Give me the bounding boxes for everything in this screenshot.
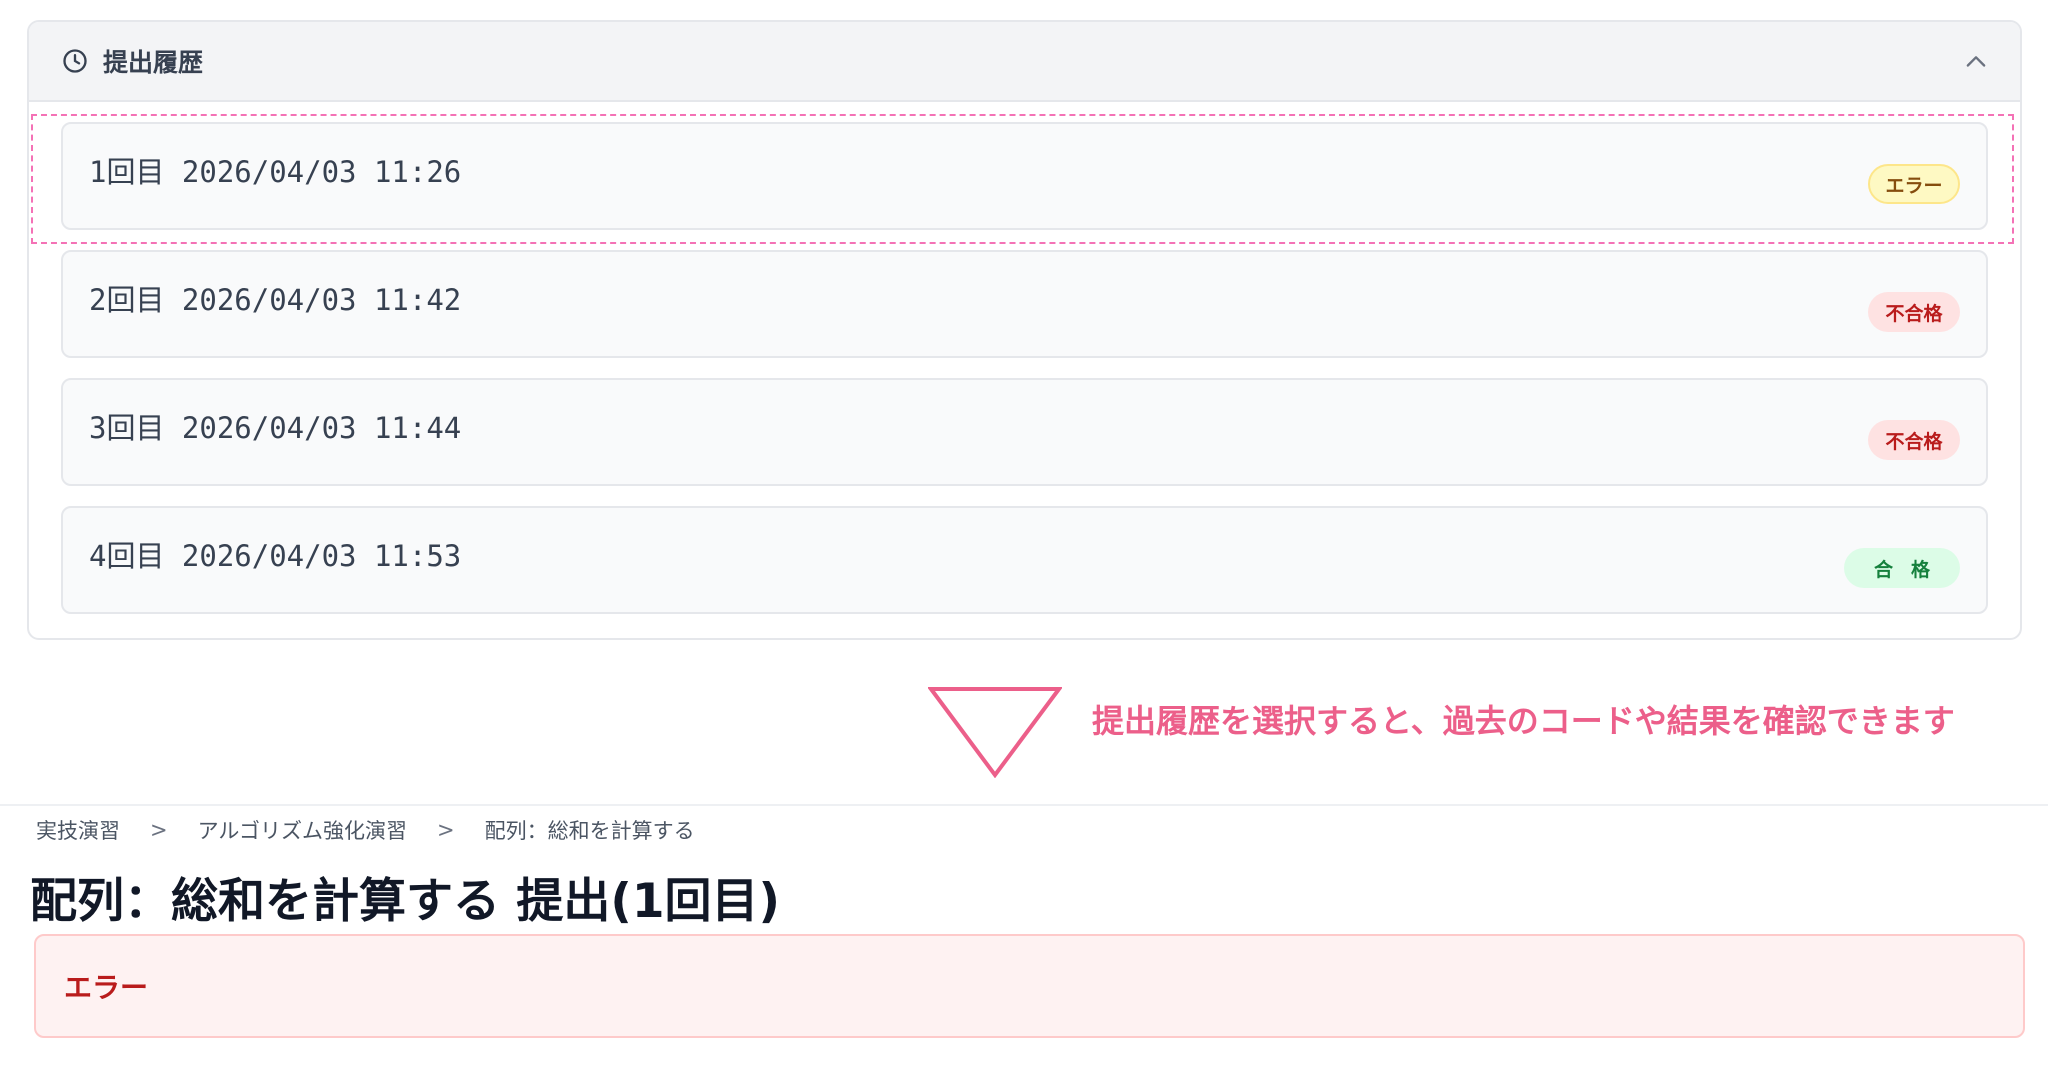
history-item-label: 2回目 2026/04/03 11:42 (89, 283, 462, 317)
history-item-label: 3回目 2026/04/03 11:44 (89, 411, 462, 445)
breadcrumb-separator: > (436, 818, 455, 842)
chevron-up-icon[interactable] (1962, 48, 1990, 76)
history-title: 提出履歴 (103, 48, 204, 77)
history-header[interactable]: 提出履歴 (29, 22, 2020, 102)
page-title: 配列：総和を計算する 提出(1回目) (30, 874, 781, 929)
history-item-1[interactable]: 1回目 2026/04/03 11:26 エラー (61, 122, 1988, 230)
history-item-label: 4回目 2026/04/03 11:53 (89, 539, 462, 573)
result-error-message: エラー (64, 971, 149, 1004)
history-item-4[interactable]: 4回目 2026/04/03 11:53 合格 (61, 506, 1988, 614)
history-item-3[interactable]: 3回目 2026/04/03 11:44 不合格 (61, 378, 1988, 486)
breadcrumb-item-practical-exercise[interactable]: 実技演習 (36, 815, 120, 845)
breadcrumb-item-algorithm-training[interactable]: アルゴリズム強化演習 (198, 815, 407, 845)
result-error-box: エラー (34, 934, 2025, 1038)
submission-history-panel: 提出履歴 1回目 2026/04/03 11:26 エラー 2回目 2026/0… (27, 20, 2022, 640)
breadcrumb: 実技演習 > アルゴリズム強化演習 > 配列：総和を計算する (36, 815, 695, 845)
history-item-2[interactable]: 2回目 2026/04/03 11:42 不合格 (61, 250, 1988, 358)
history-list: 1回目 2026/04/03 11:26 エラー 2回目 2026/04/03 … (29, 102, 2020, 614)
breadcrumb-separator: > (150, 818, 168, 842)
down-triangle-arrow-icon (928, 687, 1062, 778)
history-item-label: 1回目 2026/04/03 11:26 (89, 155, 462, 189)
status-badge-fail: 不合格 (1868, 420, 1960, 460)
section-divider (0, 804, 2048, 806)
breadcrumb-item-current: 配列：総和を計算する (484, 819, 695, 843)
annotation-note: 提出履歴を選択すると、過去のコードや結果を確認できます (1092, 702, 1955, 740)
status-badge-error: エラー (1868, 164, 1960, 204)
status-badge-pass: 合格 (1843, 548, 1960, 588)
status-badge-fail: 不合格 (1868, 292, 1960, 332)
clock-icon (63, 49, 87, 73)
